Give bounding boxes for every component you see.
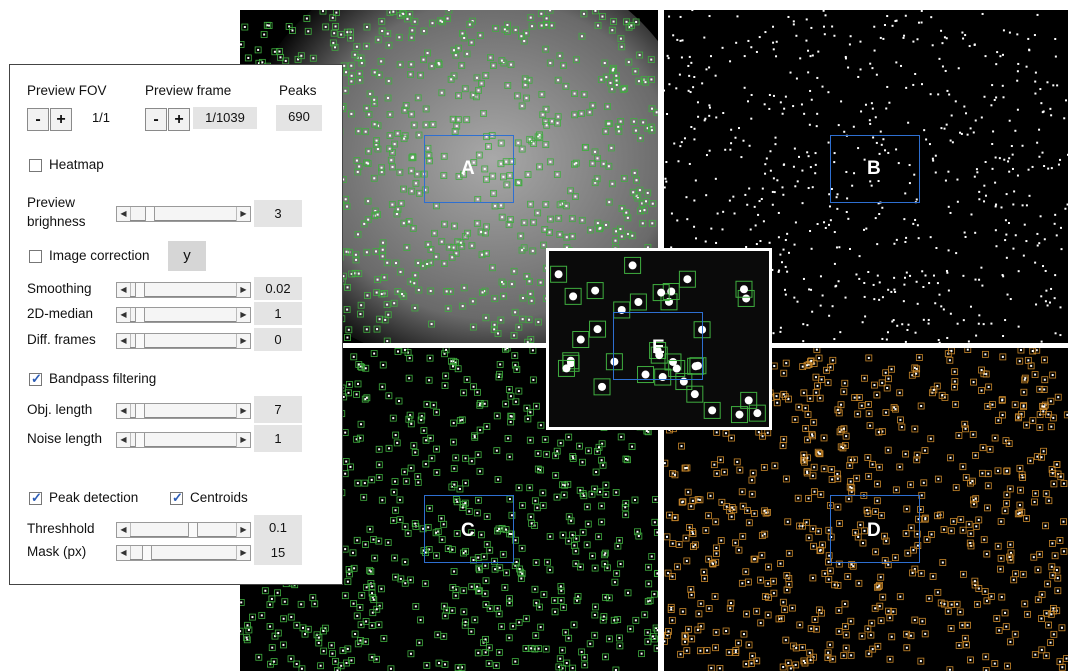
slider-right-arrow-icon[interactable]: ▶ [236,207,250,221]
obj-length-label: Obj. length [27,402,93,417]
slider-right-arrow-icon[interactable]: ▶ [236,334,250,348]
threshold-label: Threshhold [27,521,95,536]
peak-detection-check-mark: ✓ [31,490,42,505]
slider-right-arrow-icon[interactable]: ▶ [236,404,250,418]
slider-thumb[interactable] [134,433,145,447]
peak-detection-checkbox[interactable]: ✓ [29,490,42,505]
noise-length-value: 1 [254,425,302,452]
bandpass-check-mark: ✓ [31,371,42,386]
peak-detection-label: Peak detection [49,490,139,505]
smoothing-label: Smoothing [27,281,92,296]
centroids-label: Centroids [190,490,248,505]
preview-fov-label: Preview FOV [27,83,107,98]
slider-left-arrow-icon[interactable]: ◀ [117,308,131,322]
fov-plus-button[interactable]: + [50,108,72,131]
brightness-label-line2: brighness [27,214,86,229]
noise-length-label: Noise length [27,431,103,446]
centroids-check-mark: ✓ [172,490,183,505]
frame-minus-button[interactable]: - [145,108,167,131]
slider-left-arrow-icon[interactable]: ◀ [117,334,131,348]
median2d-label: 2D-median [27,306,94,321]
quadrant-label-c: C [461,520,475,541]
slider-left-arrow-icon[interactable]: ◀ [117,523,131,537]
smoothing-slider[interactable]: ◀ ▶ [116,282,251,298]
slider-thumb[interactable] [134,404,145,418]
slider-left-arrow-icon[interactable]: ◀ [117,404,131,418]
quadrant-label-b: B [867,158,881,179]
mask-slider[interactable]: ◀ ▶ [116,545,251,561]
threshold-slider[interactable]: ◀ ▶ [116,522,251,538]
fov-value: 1/1 [74,107,128,129]
noise-length-slider[interactable]: ◀ ▶ [116,432,251,448]
obj-length-value: 7 [254,396,302,423]
slider-left-arrow-icon[interactable]: ◀ [117,283,131,297]
obj-length-slider[interactable]: ◀ ▶ [116,403,251,419]
mask-label: Mask (px) [27,544,87,559]
frame-value: 1/1039 [193,107,257,129]
threshold-value: 0.1 [254,515,302,540]
heatmap-label: Heatmap [49,157,104,172]
image-correction-label: Image correction [49,248,150,263]
slider-left-arrow-icon[interactable]: ◀ [117,207,131,221]
median2d-value: 1 [254,302,302,325]
frame-plus-button[interactable]: + [168,108,190,131]
preview-settings-panel: Preview FOV Preview frame Peaks - + 1/1 … [9,64,343,585]
peaks-value: 690 [276,105,322,131]
slider-right-arrow-icon[interactable]: ▶ [236,546,250,560]
fov-minus-button[interactable]: - [27,108,49,131]
bandpass-checkbox[interactable]: ✓ [29,371,42,386]
slider-thumb[interactable] [134,283,145,297]
diff-frames-label: Diff. frames [27,332,96,347]
slider-thumb[interactable] [188,523,199,537]
peaks-label: Peaks [279,83,317,98]
slider-thumb[interactable] [134,308,145,322]
slider-right-arrow-icon[interactable]: ▶ [236,283,250,297]
mask-value: 15 [254,540,302,565]
inset-label-e: E [652,337,665,358]
slider-right-arrow-icon[interactable]: ▶ [236,523,250,537]
brightness-label-line1: Preview [27,195,76,210]
centroids-checkbox[interactable]: ✓ [170,490,183,505]
diff-frames-slider[interactable]: ◀ ▶ [116,333,251,349]
slider-thumb[interactable] [141,546,152,560]
slider-thumb[interactable] [134,334,145,348]
median2d-slider[interactable]: ◀ ▶ [116,307,251,323]
quadrant-label-a: A [461,158,475,179]
bandpass-label: Bandpass filtering [49,371,157,386]
image-correction-checkbox[interactable] [29,250,42,263]
preview-frame-label: Preview frame [145,83,232,98]
slider-left-arrow-icon[interactable]: ◀ [117,433,131,447]
smoothing-value: 0.02 [254,277,302,300]
image-correction-mode-button[interactable]: y [168,241,206,271]
slider-right-arrow-icon[interactable]: ▶ [236,433,250,447]
quadrant-label-d: D [867,520,881,541]
zoom-inset-e: E [546,248,772,430]
brightness-value: 3 [254,200,302,227]
diff-frames-value: 0 [254,328,302,351]
slider-thumb[interactable] [144,207,155,221]
slider-left-arrow-icon[interactable]: ◀ [117,546,131,560]
slider-right-arrow-icon[interactable]: ▶ [236,308,250,322]
brightness-slider[interactable]: ◀ ▶ [116,206,251,222]
heatmap-checkbox[interactable] [29,159,42,172]
